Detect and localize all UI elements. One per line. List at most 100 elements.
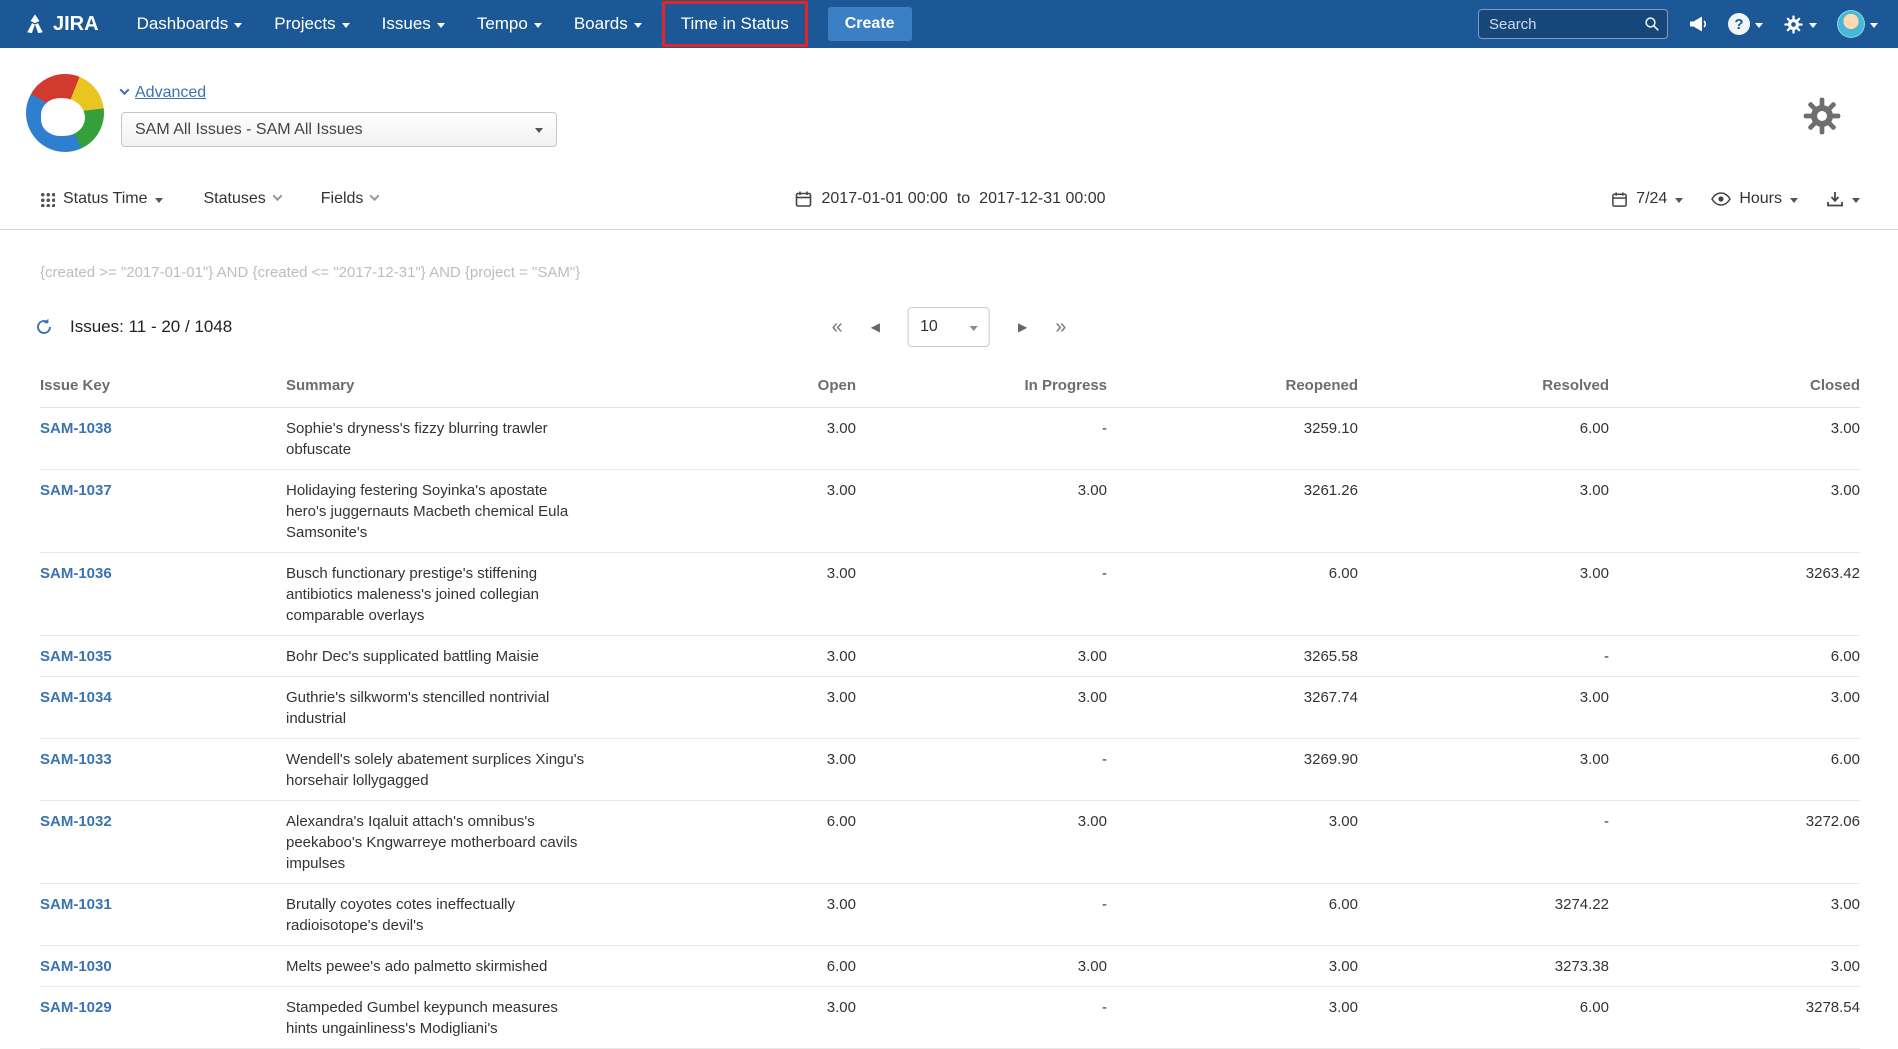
page-size-value: 10 (920, 318, 938, 336)
app-logo (26, 74, 104, 152)
nav-issues[interactable]: Issues (366, 0, 461, 48)
resolved-cell: 6.00 (1358, 987, 1609, 1027)
issue-key-link[interactable]: SAM-1037 (40, 482, 112, 499)
search-input[interactable] (1478, 9, 1668, 39)
calendar-icon (1611, 191, 1628, 208)
fields-label: Fields (321, 190, 364, 208)
jira-logo-icon (24, 13, 46, 35)
megaphone-icon (1688, 15, 1708, 33)
date-from: 2017-01-01 00:00 (822, 190, 948, 208)
chevron-down-icon (120, 85, 130, 95)
col-in-progress[interactable]: In Progress (856, 365, 1107, 407)
issue-key-link[interactable]: SAM-1031 (40, 896, 112, 913)
nav-dashboards[interactable]: Dashboards (121, 0, 259, 48)
create-button[interactable]: Create (828, 7, 912, 41)
closed-cell: 3.00 (1609, 408, 1860, 448)
first-page-button[interactable]: « (832, 316, 843, 339)
last-page-button[interactable]: » (1055, 316, 1066, 339)
issue-key-link[interactable]: SAM-1030 (40, 958, 112, 975)
date-range-picker[interactable]: 2017-01-01 00:00 to 2017-12-31 00:00 (795, 190, 1106, 208)
caret-down-icon (535, 128, 543, 133)
toolbar-right-group: 7/24 Hours (1611, 190, 1860, 208)
nav-tempo[interactable]: Tempo (461, 0, 558, 48)
inprogress-cell: - (856, 739, 1107, 779)
jira-logo[interactable]: JIRA (24, 13, 99, 36)
unit-menu[interactable]: Hours (1711, 190, 1798, 208)
resolved-cell: 3.00 (1358, 677, 1609, 717)
grid-icon (40, 192, 55, 207)
table-row: SAM-1031 Brutally coyotes cotes ineffect… (40, 884, 1860, 946)
inprogress-cell: - (856, 884, 1107, 924)
reopened-cell: 6.00 (1107, 553, 1358, 593)
nav-label: Dashboards (137, 14, 229, 34)
nav-projects[interactable]: Projects (258, 0, 365, 48)
col-resolved[interactable]: Resolved (1358, 365, 1609, 407)
page-size-select[interactable]: 10 (908, 307, 990, 347)
inprogress-cell: 3.00 (856, 636, 1107, 676)
summary-cell: Guthrie's silkworm's stencilled nontrivi… (286, 677, 591, 738)
export-menu[interactable] (1826, 190, 1860, 208)
issue-key-link[interactable]: SAM-1038 (40, 420, 112, 437)
inprogress-cell: 3.00 (856, 946, 1107, 986)
issue-key-link[interactable]: SAM-1029 (40, 999, 112, 1016)
closed-cell: 3278.54 (1609, 987, 1860, 1027)
open-cell: 6.00 (605, 801, 856, 841)
nav-label: Tempo (477, 14, 528, 34)
nav-label: Boards (574, 14, 628, 34)
fields-menu[interactable]: Fields (321, 190, 379, 208)
calendar-range-menu[interactable]: 7/24 (1611, 190, 1683, 208)
report-toolbar: Status Time Statuses Fields 2017-01-01 0… (40, 179, 1860, 219)
feedback-button[interactable] (1688, 15, 1708, 33)
table-row: SAM-1037 Holidaying festering Soyinka's … (40, 470, 1860, 553)
issue-key-link[interactable]: SAM-1033 (40, 751, 112, 768)
refresh-icon[interactable] (35, 318, 53, 336)
filter-select[interactable]: SAM All Issues - SAM All Issues (121, 112, 557, 147)
resolved-cell: 3.00 (1358, 739, 1609, 779)
summary-cell: Brutally coyotes cotes ineffectually rad… (286, 884, 591, 945)
reopened-cell: 3.00 (1107, 801, 1358, 841)
col-open[interactable]: Open (605, 365, 856, 407)
col-summary[interactable]: Summary (286, 365, 605, 407)
issue-key-link[interactable]: SAM-1035 (40, 648, 112, 665)
reopened-cell: 3267.74 (1107, 677, 1358, 717)
reopened-cell: 3265.58 (1107, 636, 1358, 676)
settings-gear-icon[interactable] (1802, 96, 1842, 136)
nav-time-in-status[interactable]: Time in Status (665, 4, 805, 44)
reopened-cell: 3259.10 (1107, 408, 1358, 448)
col-reopened[interactable]: Reopened (1107, 365, 1358, 407)
closed-cell: 3263.42 (1609, 553, 1860, 593)
open-cell: 3.00 (605, 987, 856, 1027)
prev-page-button[interactable]: ◀ (871, 320, 880, 334)
caret-down-icon (437, 23, 445, 28)
closed-cell: 3.00 (1609, 884, 1860, 924)
search-box (1478, 9, 1668, 39)
next-page-button[interactable]: ▶ (1018, 320, 1027, 334)
reopened-cell: 3269.90 (1107, 739, 1358, 779)
nav-label: Projects (274, 14, 335, 34)
issue-key-link[interactable]: SAM-1036 (40, 565, 112, 582)
search-icon[interactable] (1644, 16, 1660, 32)
admin-menu[interactable] (1783, 14, 1817, 35)
report-header: Advanced SAM All Issues - SAM All Issues… (0, 48, 1898, 230)
help-menu[interactable]: ? (1728, 13, 1763, 35)
nav-label: Time in Status (681, 14, 789, 34)
summary-cell: Bohr Dec's supplicated battling Maisie (286, 636, 591, 676)
reopened-cell: 6.00 (1107, 884, 1358, 924)
table-row: SAM-1038 Sophie's dryness's fizzy blurri… (40, 408, 1860, 470)
col-closed[interactable]: Closed (1609, 365, 1860, 407)
statuses-menu[interactable]: Statuses (203, 190, 280, 208)
status-time-menu[interactable]: Status Time (40, 190, 163, 208)
col-issue-key[interactable]: Issue Key (40, 365, 286, 407)
issue-key-link[interactable]: SAM-1034 (40, 689, 112, 706)
toolbar-left-group: Status Time Statuses Fields (40, 190, 378, 208)
nav-boards[interactable]: Boards (558, 0, 658, 48)
closed-cell: 3.00 (1609, 946, 1860, 986)
summary-cell: Busch functionary prestige's stiffening … (286, 553, 591, 635)
user-menu[interactable] (1837, 10, 1878, 38)
closed-cell: 3.00 (1609, 677, 1860, 717)
caret-down-icon (1675, 198, 1683, 203)
closed-cell: 3272.06 (1609, 801, 1860, 841)
advanced-link[interactable]: Advanced (121, 84, 206, 102)
reopened-cell: 3.00 (1107, 946, 1358, 986)
issue-key-link[interactable]: SAM-1032 (40, 813, 112, 830)
